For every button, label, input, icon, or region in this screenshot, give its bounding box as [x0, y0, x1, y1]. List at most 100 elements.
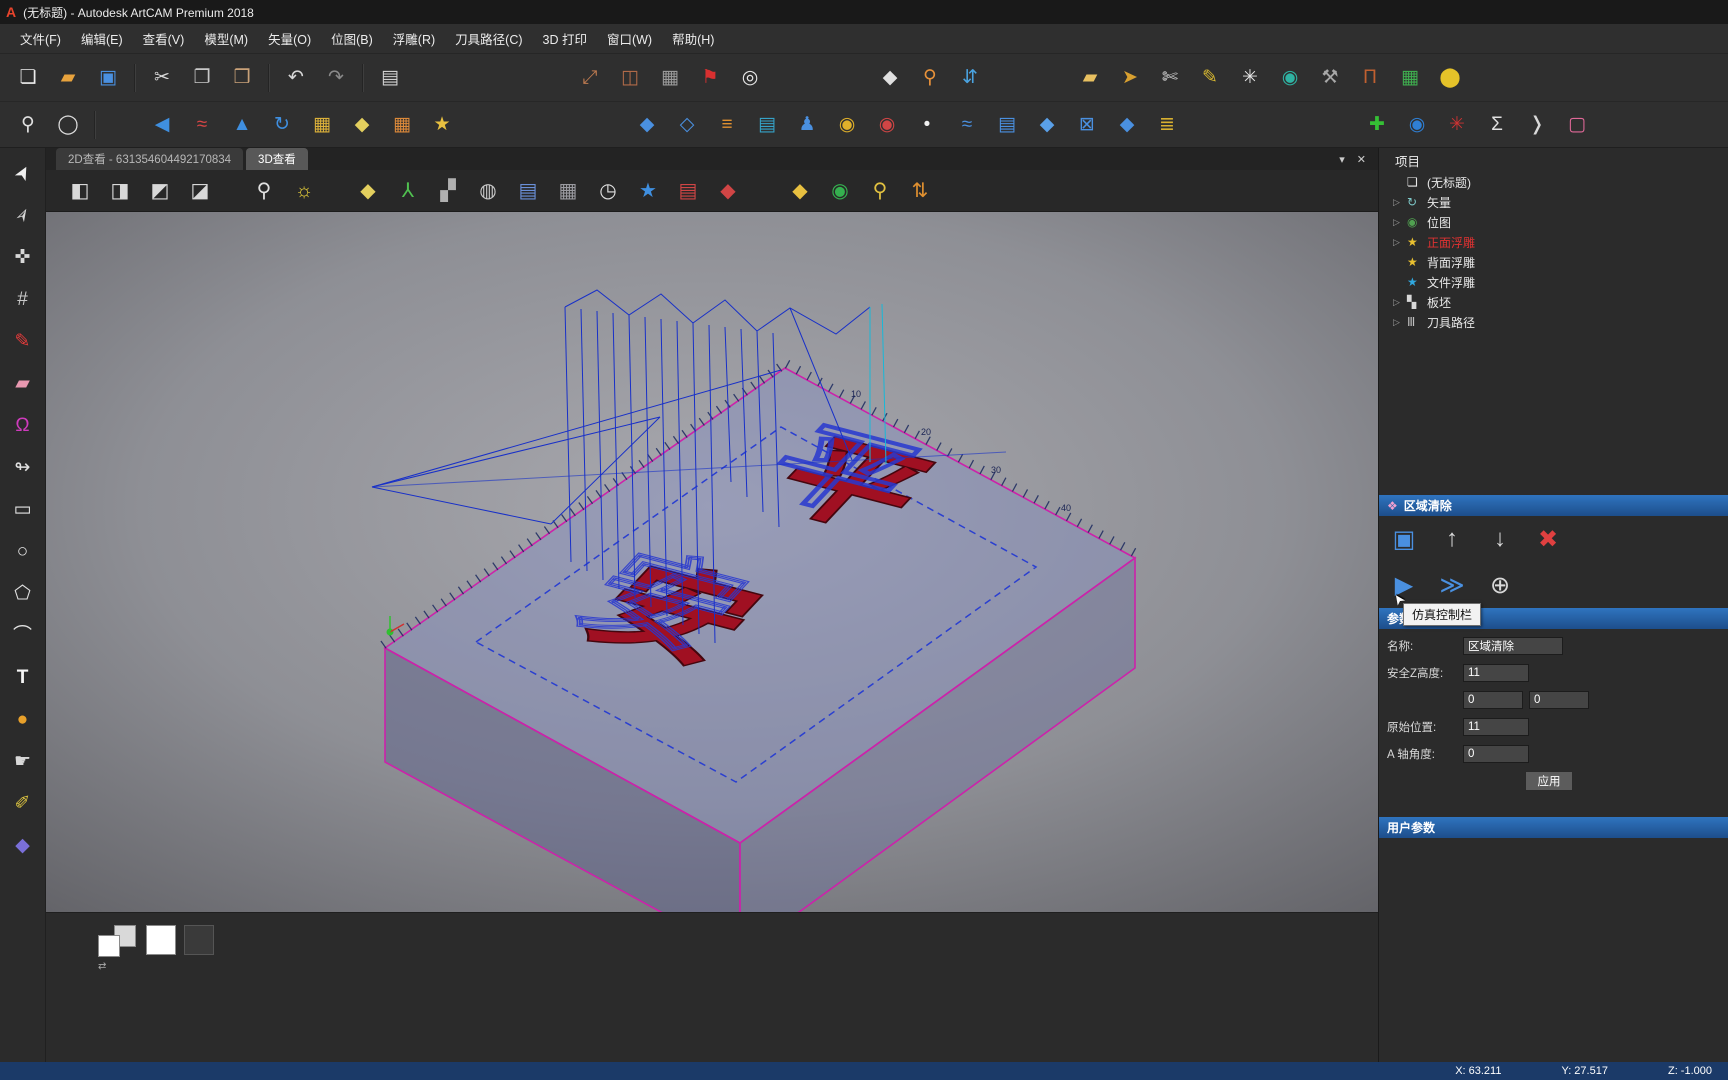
tree-item-front-relief[interactable]: ▷ ★ 正面浮雕	[1379, 232, 1728, 252]
expand-arrow-icon[interactable]: ▷	[1393, 197, 1407, 208]
arc-tool[interactable]: ⌒	[6, 618, 40, 652]
node-edit-tool[interactable]: ➢	[0, 192, 45, 238]
iso-view-front[interactable]: ◧	[65, 176, 95, 206]
undo-button[interactable]: ↶	[281, 63, 311, 93]
arrows-updown-tool[interactable]: ⇅	[905, 176, 935, 206]
iso-view-iso[interactable]: ◪	[185, 176, 215, 206]
sculpt-pencil-tool[interactable]: ✎	[6, 324, 40, 358]
move-down-button[interactable]: ↓	[1481, 520, 1519, 558]
menu-file[interactable]: 文件(F)	[10, 24, 71, 53]
relief-figure-tool[interactable]: ♟	[792, 110, 822, 140]
sort-vectors-tool[interactable]: ⇵	[955, 63, 985, 93]
menu-view[interactable]: 查看(V)	[133, 24, 195, 53]
flag-tool[interactable]: ⚑	[695, 63, 725, 93]
text-tool[interactable]: T	[6, 660, 40, 694]
redo-button[interactable]: ↷	[321, 63, 351, 93]
relief-wave-red-tool[interactable]: ≈	[187, 110, 217, 140]
add-green-button[interactable]: ✚	[1362, 110, 1392, 140]
plane-blue-tool[interactable]: ◆	[1032, 110, 1062, 140]
a-axis-input[interactable]	[1463, 745, 1529, 763]
collapse-tabs-icon[interactable]: ▾	[1339, 153, 1345, 166]
trim-diamond-tool[interactable]: ◆	[875, 63, 905, 93]
move-up-button[interactable]: ↑	[1433, 520, 1471, 558]
circle-tool[interactable]: ○	[6, 534, 40, 568]
stack-blue-view-tool[interactable]: ▤	[513, 176, 543, 206]
zoom-text-tool[interactable]: ⚲	[865, 176, 895, 206]
color-swatch-dark[interactable]	[184, 925, 214, 955]
cylinder-tool[interactable]: ◍	[473, 176, 503, 206]
tab-2d-view[interactable]: 2D查看 - 631354604492170834	[56, 148, 244, 170]
expand-arrow-icon[interactable]: ▷	[1393, 297, 1407, 308]
layers-teal-tool[interactable]: ▤	[752, 110, 782, 140]
teal-dot-tool[interactable]: ◉	[1275, 63, 1305, 93]
menu-edit[interactable]: 编辑(E)	[71, 24, 133, 53]
simulate-all-button[interactable]: ≫	[1433, 566, 1471, 604]
tree-item-vectors[interactable]: ▷ ↻ 矢量	[1379, 192, 1728, 212]
offset-tool[interactable]: ⚲	[915, 63, 945, 93]
tab-3d-view[interactable]: 3D查看	[246, 148, 308, 170]
pen-tool[interactable]: ✎	[1195, 63, 1225, 93]
select-tool[interactable]: ➤	[0, 150, 45, 196]
lamp-blue-tool[interactable]: ◉	[1402, 110, 1432, 140]
machine-tool[interactable]: ⚒	[1315, 63, 1345, 93]
relief-pyramid-tool[interactable]: ▲	[227, 110, 257, 140]
copy-time-tool[interactable]: ◷	[593, 176, 623, 206]
zoom-region-tool[interactable]: ⚲	[13, 110, 43, 140]
export-folder-button[interactable]: ▰	[1075, 63, 1105, 93]
apply-button[interactable]: 应用	[1525, 771, 1573, 791]
delete-relief-tool[interactable]: ⊠	[1072, 110, 1102, 140]
close-tab-icon[interactable]: ✕	[1357, 153, 1366, 166]
lasso-tool[interactable]: ↬	[6, 450, 40, 484]
layers-red-blue-tool[interactable]: ▤	[673, 176, 703, 206]
toolpath-name-input[interactable]	[1463, 637, 1563, 655]
wave-blue-tool[interactable]: ≈	[952, 110, 982, 140]
origin-x-input[interactable]	[1463, 691, 1523, 709]
snowflake-tool[interactable]: ✳	[1235, 63, 1265, 93]
open-folder-button[interactable]: ▰	[53, 63, 83, 93]
tree-item-file-relief[interactable]: ★ 文件浮雕	[1379, 272, 1728, 292]
tree-item-back-relief[interactable]: ★ 背面浮雕	[1379, 252, 1728, 272]
bridge-tool[interactable]: Π	[1355, 63, 1385, 93]
snap-grid-tool[interactable]: #	[6, 282, 40, 316]
arrow-tool[interactable]: ➤	[1115, 63, 1145, 93]
draw-plane-tool[interactable]: ◆	[353, 176, 383, 206]
expand-arrow-icon[interactable]: ▷	[1393, 237, 1407, 248]
mirror-tool[interactable]: ◫	[615, 63, 645, 93]
tree-item-toolpaths[interactable]: ▷ Ⅲ 刀具路径	[1379, 312, 1728, 332]
burst-red-tool[interactable]: ✳	[1442, 110, 1472, 140]
relief-arrow-tool[interactable]: ◀	[147, 110, 177, 140]
viewport-canvas[interactable]: 10 20 30 40 平 安 平 安	[46, 212, 1378, 912]
menu-3d-print[interactable]: 3D 打印	[533, 24, 597, 53]
tree-item-slab[interactable]: ▷ ▚ 板坯	[1379, 292, 1728, 312]
delete-toolpath-button[interactable]: ✖	[1529, 520, 1567, 558]
droplet-tool[interactable]: ⬤	[1435, 63, 1465, 93]
new-file-button[interactable]: ❏	[13, 63, 43, 93]
smudge-tool[interactable]: ☛	[6, 744, 40, 778]
menu-model[interactable]: 模型(M)	[194, 24, 258, 53]
axes-tool[interactable]: ⅄	[393, 176, 423, 206]
menu-help[interactable]: 帮助(H)	[662, 24, 724, 53]
swatch-grid-tool[interactable]: ▦	[655, 63, 685, 93]
relief-flip-tool[interactable]: ◇	[672, 110, 702, 140]
node-circle-tool[interactable]: ◎	[735, 63, 765, 93]
origin-y-input[interactable]	[1529, 691, 1589, 709]
simulation-control-button[interactable]: ⊕	[1481, 566, 1519, 604]
paint-brush-tool[interactable]: ✐	[6, 786, 40, 820]
expand-arrow-icon[interactable]: ▷	[1393, 317, 1407, 328]
menu-toolpath[interactable]: 刀具路径(C)	[445, 24, 532, 53]
plane-yellow-tool[interactable]: ◆	[785, 176, 815, 206]
iso-view-left[interactable]: ◨	[105, 176, 135, 206]
ellipse-tool[interactable]: ◯	[53, 110, 83, 140]
tree-item-untitled[interactable]: ❏ (无标题)	[1379, 172, 1728, 192]
weld-scissors-tool[interactable]: ✄	[1155, 63, 1185, 93]
light-tool[interactable]: ☼	[289, 176, 319, 206]
iso-view-top[interactable]: ◩	[145, 176, 175, 206]
dome-red-tool[interactable]: ◉	[872, 110, 902, 140]
zoom-view-tool[interactable]: ⚲	[249, 176, 279, 206]
dimension-tool[interactable]: ⤢	[575, 63, 605, 93]
primary-color-swatch[interactable]	[98, 935, 120, 957]
star-folder-tool[interactable]: ★	[427, 110, 457, 140]
menu-bitmap[interactable]: 位图(B)	[321, 24, 383, 53]
material-cube-tool[interactable]: ◆	[6, 828, 40, 862]
mesh-tool[interactable]: ▦	[387, 110, 417, 140]
